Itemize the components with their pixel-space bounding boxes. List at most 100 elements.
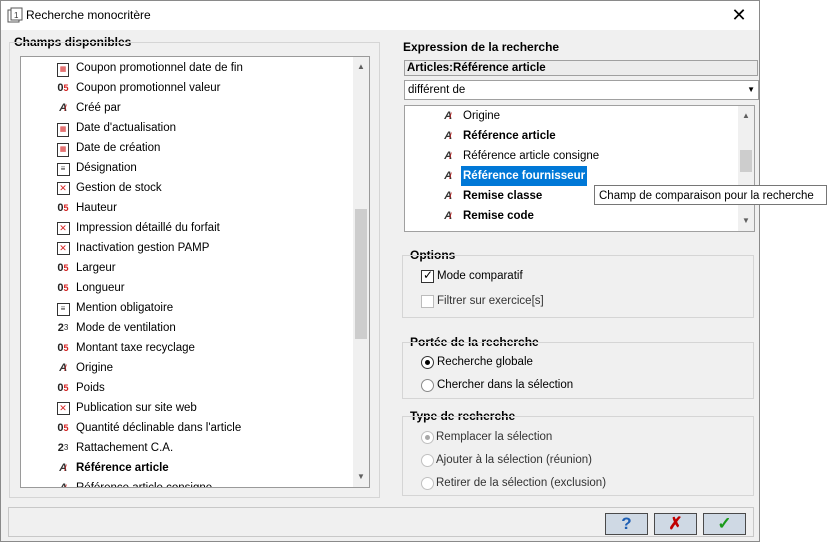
- list-item-label: Rattachement C.A.: [76, 442, 174, 454]
- options-group: [402, 255, 754, 318]
- document-date-icon: ▦: [55, 60, 71, 77]
- number-icon: 05: [57, 202, 69, 214]
- selected-list-item-label: Référence fournisseur: [461, 166, 588, 186]
- text-field-icon: A/: [444, 210, 453, 222]
- text-field-icon: A/: [444, 170, 453, 182]
- remplacer-radio[interactable]: [421, 431, 434, 444]
- title-bar: 1 Recherche monocritère ✕: [1, 1, 759, 30]
- list-item-label: Remise code: [463, 210, 534, 222]
- scroll-up-icon[interactable]: ▲: [738, 108, 754, 124]
- mode-comparatif-label[interactable]: Mode comparatif: [437, 270, 523, 282]
- help-icon: ?: [621, 514, 632, 533]
- number-icon: 05: [57, 262, 69, 274]
- list-item-label: Référence article: [463, 130, 556, 142]
- ajouter-radio[interactable]: [421, 454, 434, 467]
- remplacer-label[interactable]: Remplacer la sélection: [436, 431, 552, 443]
- number-icon: 05: [57, 382, 69, 394]
- app-icon: 1: [7, 7, 23, 23]
- checkbox-field-icon: ✕: [55, 220, 71, 236]
- number-icon: 05: [57, 422, 69, 434]
- list-item-label: Coupon promotionnel date de fin: [76, 62, 243, 74]
- right-scrollbar[interactable]: ▲ ▼: [738, 106, 754, 231]
- list-item-label: Origine: [463, 110, 501, 122]
- checkbox-field-icon: ✕: [55, 400, 71, 416]
- list-item-label: Mode de ventilation: [76, 322, 176, 334]
- text-field-icon: A/: [444, 130, 453, 142]
- filtrer-exercice-checkbox[interactable]: [421, 295, 434, 308]
- text-field-icon: A/: [59, 482, 68, 488]
- scroll-down-icon[interactable]: ▼: [738, 213, 754, 229]
- operator-value: différent de: [408, 84, 466, 96]
- left-scrollbar[interactable]: ▲ ▼: [353, 57, 369, 487]
- list-item-label: Impression détaillé du forfait: [76, 222, 220, 234]
- text-field-icon: A/: [59, 102, 68, 114]
- enum-icon: 23: [57, 322, 69, 334]
- list-item-label: Créé par: [76, 102, 121, 114]
- available-fields-list[interactable]: ▲ ▼ ▦ Coupon promotionnel date de fin 05 Co…: [20, 56, 370, 488]
- number-icon: 05: [57, 82, 69, 94]
- list-item-label: Largeur: [76, 262, 116, 274]
- list-item-label: Référence article consigne: [76, 482, 213, 488]
- cancel-icon: ✗: [668, 514, 683, 533]
- retirer-radio[interactable]: [421, 477, 434, 490]
- ok-button[interactable]: ✓: [703, 513, 746, 535]
- expression-value: Articles:Référence article: [404, 60, 758, 76]
- chercher-selection-radio[interactable]: [421, 379, 434, 392]
- comparison-field-list[interactable]: ▲ ▼ A/Origine A/Référence article A/Référe…: [404, 105, 755, 232]
- list-item-label: Gestion de stock: [76, 182, 162, 194]
- checkmark-icon: ✓: [423, 268, 434, 282]
- number-icon: 05: [57, 282, 69, 294]
- list-item-label: Désignation: [76, 162, 137, 174]
- document-date-icon: ▦: [55, 140, 71, 157]
- checkbox-field-icon: ✕: [55, 240, 71, 256]
- list-item-label: Longueur: [76, 282, 125, 294]
- list-item-label: Publication sur site web: [76, 402, 197, 414]
- list-icon: ≡: [55, 300, 71, 316]
- scroll-thumb[interactable]: [355, 209, 367, 339]
- list-item-label: Inactivation gestion PAMP: [76, 242, 210, 254]
- chevron-down-icon[interactable]: ▼: [747, 81, 755, 99]
- svg-text:1: 1: [14, 11, 19, 20]
- ajouter-label[interactable]: Ajouter à la sélection (réunion): [436, 454, 592, 466]
- enum-icon: 23: [57, 442, 69, 454]
- list-item-label: Hauteur: [76, 202, 117, 214]
- text-field-icon: A/: [444, 190, 453, 202]
- list-item-label: Mention obligatoire: [76, 302, 174, 314]
- list-item-label: Montant taxe recyclage: [76, 342, 195, 354]
- scroll-down-icon[interactable]: ▼: [353, 469, 369, 485]
- text-field-icon: A/: [444, 110, 453, 122]
- document-date-icon: ▦: [55, 120, 71, 137]
- ok-icon: ✓: [717, 514, 732, 533]
- text-field-icon: A/: [59, 462, 68, 474]
- text-field-icon: A/: [444, 150, 453, 162]
- list-item-label: Référence article consigne: [463, 150, 600, 162]
- expression-label: Expression de la recherche: [403, 40, 560, 54]
- list-item-label: Origine: [76, 362, 114, 374]
- text-field-icon: A/: [59, 362, 68, 374]
- close-icon[interactable]: ✕: [725, 3, 753, 27]
- list-item-label: Coupon promotionnel valeur: [76, 82, 221, 94]
- recherche-globale-radio[interactable]: [421, 356, 434, 369]
- cancel-button[interactable]: ✗: [654, 513, 697, 535]
- list-item-label: Remise classe: [463, 190, 543, 202]
- scroll-up-icon[interactable]: ▲: [353, 59, 369, 75]
- mode-comparatif-checkbox[interactable]: ✓: [421, 268, 434, 283]
- retirer-label[interactable]: Retirer de la sélection (exclusion): [436, 477, 606, 489]
- list-icon: ≡: [55, 160, 71, 176]
- scroll-thumb[interactable]: [740, 150, 752, 172]
- list-item-label: Date d'actualisation: [76, 122, 177, 134]
- filtrer-exercice-label[interactable]: Filtrer sur exercice[s]: [437, 295, 544, 307]
- chercher-selection-label[interactable]: Chercher dans la sélection: [437, 379, 573, 391]
- recherche-globale-label[interactable]: Recherche globale: [437, 356, 533, 368]
- number-icon: 05: [57, 342, 69, 354]
- window-title: Recherche monocritère: [26, 8, 151, 22]
- list-item-label: Référence article: [76, 462, 169, 474]
- operator-select[interactable]: différent de ▼: [404, 80, 759, 100]
- checkbox-field-icon: ✕: [55, 180, 71, 196]
- tooltip: Champ de comparaison pour la recherche: [594, 185, 827, 205]
- list-item-label: Date de création: [76, 142, 161, 154]
- list-item-label: Poids: [76, 382, 105, 394]
- help-button[interactable]: ?: [605, 513, 648, 535]
- list-item-label: Quantité déclinable dans l'article: [76, 422, 242, 434]
- dialog-window: 1 Recherche monocritère ✕ Champs disponi…: [0, 0, 760, 542]
